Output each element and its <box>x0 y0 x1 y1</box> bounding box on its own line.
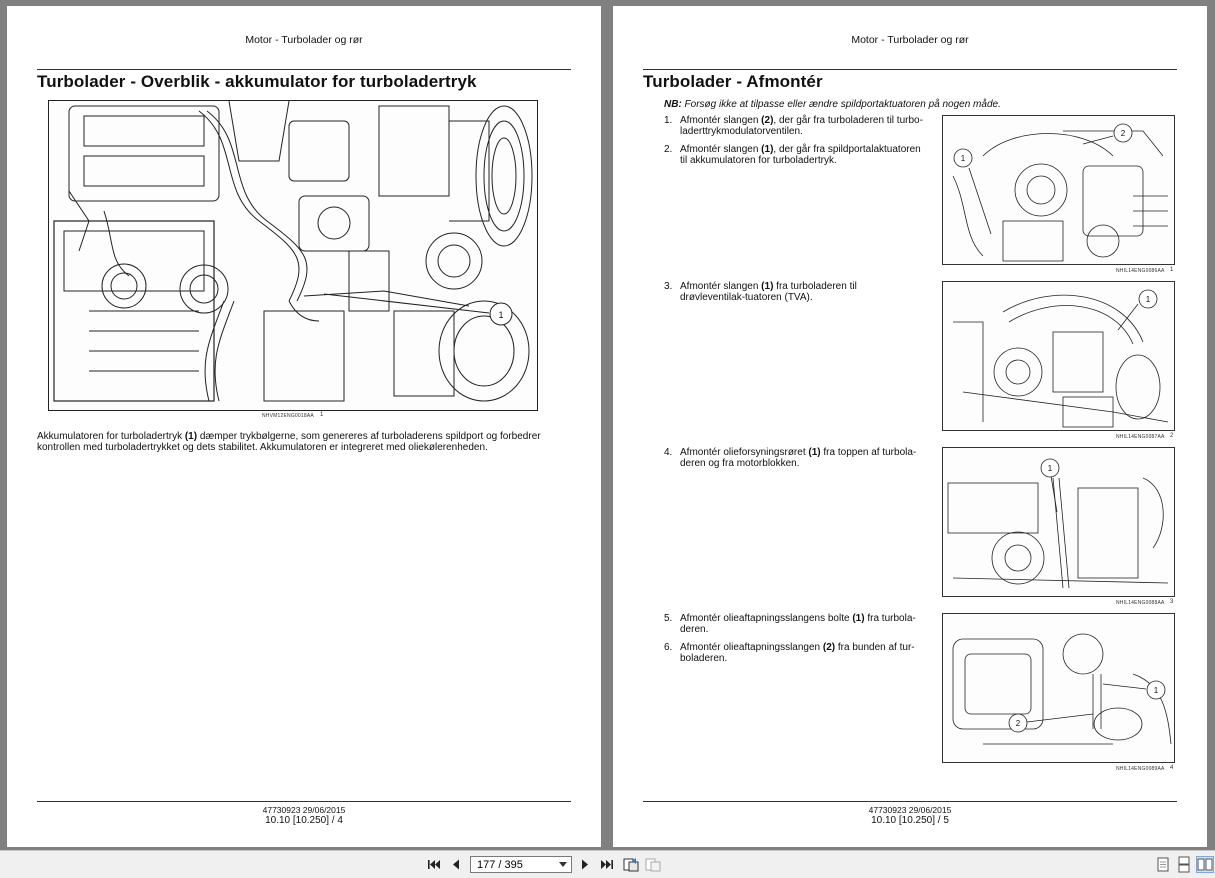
body-paragraph: Akkumulatoren for turboladertryk (1) dæm… <box>37 431 557 453</box>
running-head: Motor - Turbolader og rør <box>851 34 969 46</box>
step-item: 5. Afmontér olieaftapningsslangens bolte … <box>664 613 924 635</box>
running-head: Motor - Turbolader og rør <box>245 34 363 46</box>
nb-label: NB: <box>664 99 682 110</box>
figure-number: 3 <box>1170 599 1174 605</box>
callout-label: 1 <box>1048 464 1053 473</box>
callout-label: 2 <box>1016 719 1021 728</box>
right-page: Motor - Turbolader og rør Turbolader - A… <box>613 6 1207 847</box>
step-text: Afmontér olieaftapningsslangen (2) fra b… <box>680 642 915 664</box>
previous-page-icon[interactable] <box>447 856 465 873</box>
figure-code: NHVM12ENG0018AA <box>262 413 314 419</box>
previous-view-icon[interactable] <box>622 856 640 873</box>
step-item: 1. Afmontér slangen (2), der går fra turb… <box>664 115 924 137</box>
step-text: Afmontér slangen (1), der går fra spildp… <box>680 144 921 166</box>
footer-page-ref: 10.10 [10.250] / 4 <box>265 815 343 826</box>
step-number: 2. <box>664 144 673 155</box>
step-number: 6. <box>664 642 673 653</box>
callout-label: 2 <box>1121 129 1126 138</box>
step-text: Afmontér slangen (1) fra turboladeren ti… <box>680 281 857 303</box>
step-item: 3. Afmontér slangen (1) fra turboladeren … <box>664 281 924 303</box>
figure-number: 1 <box>320 412 324 418</box>
two-page-view-icon[interactable] <box>1196 856 1214 873</box>
step-item: 4. Afmontér olieforsyningsrøret (1) fra t… <box>664 447 924 469</box>
next-page-icon[interactable] <box>576 856 594 873</box>
next-view-icon[interactable] <box>644 856 662 873</box>
step-figure: 1 2 <box>942 115 1175 265</box>
figure-number: 1 <box>1170 267 1174 273</box>
step-item: 2. Afmontér slangen (1), der går fra spil… <box>664 144 924 166</box>
step-figure: 1 2 <box>942 613 1175 763</box>
figure-code: NHIL14ENG0088AA <box>1116 600 1165 606</box>
chevron-down-icon[interactable] <box>555 857 571 872</box>
figure-code: NHIL14ENG0089AA <box>1116 766 1165 772</box>
figure-number: 4 <box>1170 765 1174 771</box>
paragraph-text: Akkumulatoren for turboladertryk <box>37 431 185 442</box>
header-rule <box>643 69 1177 70</box>
figure-code: NHIL14ENG0087AA <box>1116 434 1165 440</box>
callout-label: 1 <box>961 154 966 163</box>
step-number: 1. <box>664 115 673 126</box>
step-text: Afmontér slangen (2), der går fra turbol… <box>680 115 923 137</box>
step-number: 3. <box>664 281 673 292</box>
single-page-view-icon[interactable] <box>1154 856 1172 873</box>
first-page-icon[interactable] <box>425 856 443 873</box>
nb-text: Forsøg ikke at tilpasse eller ændre spil… <box>681 99 1001 110</box>
step-figure: 1 <box>942 447 1175 597</box>
left-page: Motor - Turbolader og rør Turbolader - O… <box>7 6 601 847</box>
engine-overview-figure: 1 <box>48 100 538 411</box>
paragraph-ref: (1) <box>184 431 198 442</box>
step-text: Afmontér olieforsyningsrøret (1) fra top… <box>680 447 917 469</box>
continuous-view-icon[interactable] <box>1175 856 1193 873</box>
figure-code: NHIL14ENG0086AA <box>1116 268 1165 274</box>
callout-label: 1 <box>1146 295 1151 304</box>
footer-doc-id: 47730923 29/06/2015 <box>262 805 346 815</box>
step-number: 4. <box>664 447 673 458</box>
nb-note: NB: Forsøg ikke at tilpasse eller ændre … <box>664 99 1001 110</box>
page-title: Turbolader - Overblik - akkumulator for … <box>37 72 477 91</box>
figure-number: 2 <box>1170 433 1174 439</box>
footer-rule <box>37 801 571 802</box>
last-page-icon[interactable] <box>598 856 616 873</box>
page-number-input[interactable] <box>471 858 555 871</box>
step-text: Afmontér olieaftapningsslangens bolte (1… <box>680 613 916 635</box>
callout-label: 1 <box>498 310 503 320</box>
footer-rule <box>643 801 1177 802</box>
viewer-toolbar <box>0 850 1215 878</box>
step-item: 6. Afmontér olieaftapningsslangen (2) fra… <box>664 642 924 664</box>
header-rule <box>37 69 571 70</box>
step-figure: 1 <box>942 281 1175 431</box>
footer-page-ref: 10.10 [10.250] / 5 <box>871 815 949 826</box>
footer-doc-id: 47730923 29/06/2015 <box>868 805 952 815</box>
callout-label: 1 <box>1154 686 1159 695</box>
step-number: 5. <box>664 613 673 624</box>
page-title: Turbolader - Afmontér <box>643 72 823 91</box>
page-number-select[interactable] <box>470 856 572 873</box>
